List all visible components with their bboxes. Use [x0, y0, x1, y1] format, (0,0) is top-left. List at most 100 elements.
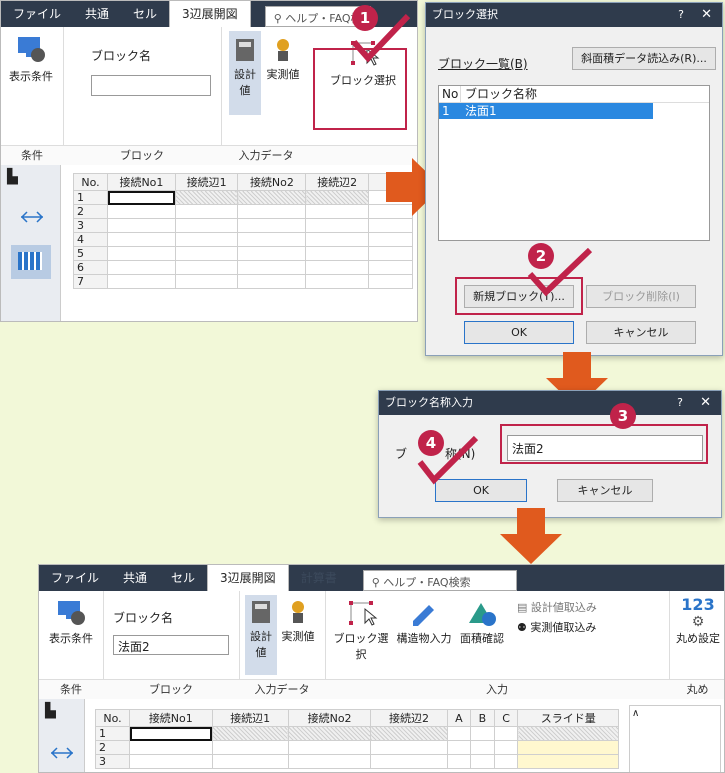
- tab-report[interactable]: 計算書: [289, 565, 349, 591]
- table-row[interactable]: 5: [73, 246, 413, 261]
- display-condition-button[interactable]: 表示条件: [5, 33, 57, 113]
- col-no: No.: [73, 173, 108, 191]
- group-block: ブロック: [103, 679, 239, 699]
- group-round: 丸め: [669, 679, 724, 699]
- tab-3side[interactable]: 3辺展開図: [207, 565, 289, 591]
- measured-import-button[interactable]: ⚉ 実測値取込み: [517, 619, 596, 635]
- tab-file[interactable]: ファイル: [1, 1, 73, 27]
- preview-pane[interactable]: ∧: [629, 705, 721, 772]
- area-info-icon: [469, 603, 496, 626]
- block-select-label: ブロック選択: [333, 632, 389, 661]
- table-row[interactable]: 2: [73, 204, 413, 219]
- monitor-gear-icon: [18, 37, 45, 62]
- help-search[interactable]: ⚲ ヘルプ・FAQ検索: [362, 570, 517, 591]
- structure-input-label: 構造物入力: [396, 632, 452, 645]
- bottom-window: ファイル 共通 セル 3辺展開図 計算書 ⚲ ヘルプ・FAQ検索 表示条件 ブロ…: [38, 564, 725, 773]
- tab-cell[interactable]: セル: [121, 1, 169, 27]
- tab-common[interactable]: 共通: [73, 1, 121, 27]
- col-conn-no2: 接続No2: [287, 709, 372, 727]
- group-input-data: 入力データ: [221, 145, 311, 165]
- display-condition-label: 表示条件: [49, 632, 93, 645]
- arrow-down-icon: [500, 508, 562, 564]
- table-row[interactable]: 1: [73, 190, 413, 205]
- design-value-label: 設計値: [250, 630, 272, 659]
- group-block: ブロック: [63, 145, 221, 165]
- delete-block-button[interactable]: ブロック削除(I): [586, 285, 696, 308]
- group-condition: 条件: [39, 679, 103, 699]
- col-b: B: [470, 709, 495, 727]
- link-icon[interactable]: [49, 745, 75, 761]
- tab-file[interactable]: ファイル: [39, 565, 111, 591]
- col-block-name: ブロック名称: [465, 87, 538, 101]
- tab-common[interactable]: 共通: [111, 565, 159, 591]
- block-name-input[interactable]: 法面2: [113, 635, 229, 655]
- help-icon[interactable]: ?: [677, 391, 683, 415]
- checkmark-icon: [527, 248, 593, 297]
- col-slide: スライド量: [517, 709, 619, 727]
- help-search-label: ヘルプ・FAQ検索: [383, 576, 471, 589]
- table-row[interactable]: 6: [73, 260, 413, 275]
- col-no: No.: [95, 709, 130, 727]
- list-item[interactable]: 1 法面1: [439, 103, 653, 119]
- calculator-icon: [236, 39, 254, 61]
- design-value-button[interactable]: 設計値: [229, 31, 261, 115]
- display-condition-label: 表示条件: [9, 70, 53, 83]
- monitor-gear-icon: [58, 601, 85, 625]
- round-setting-label: 丸め設定: [676, 632, 720, 645]
- col-conn-no1: 接続No1: [107, 173, 176, 191]
- ok-button[interactable]: OK: [464, 321, 574, 344]
- cancel-button[interactable]: キャンセル: [586, 321, 696, 344]
- gear-icon: ⚙: [691, 614, 705, 630]
- area-check-button[interactable]: 面積確認: [453, 595, 511, 675]
- table-row[interactable]: 2: [95, 740, 619, 755]
- step-badge-3: 3: [610, 403, 636, 429]
- table-row[interactable]: 1: [95, 726, 619, 741]
- tab-cell[interactable]: セル: [159, 565, 207, 591]
- cancel-button[interactable]: キャンセル: [557, 479, 653, 502]
- pin-icon[interactable]: ▙: [45, 703, 56, 719]
- block-name-input[interactable]: [91, 75, 211, 96]
- scroll-up-icon[interactable]: ∧: [632, 708, 639, 719]
- tab-3side[interactable]: 3辺展開図: [169, 1, 251, 27]
- close-icon[interactable]: ✕: [701, 3, 712, 27]
- checkmark-icon: [351, 14, 411, 63]
- checkmark-icon: [417, 436, 479, 485]
- block-select-button[interactable]: ブロック選択: [329, 595, 393, 675]
- bottom-grid-header: No. 接続No1 接続辺1 接続No2 接続辺2 A B C スライド量: [95, 709, 619, 727]
- top-grid[interactable]: No. 接続No1 接続辺1 接続No2 接続辺2 1 2 3 4 5 6 7: [73, 173, 413, 289]
- measured-value-button[interactable]: 実測値: [263, 31, 303, 115]
- measured-import-label: 実測値取込み: [530, 621, 597, 634]
- measured-value-button[interactable]: 実測値: [279, 595, 317, 675]
- close-icon[interactable]: ✕: [700, 391, 711, 415]
- table-row[interactable]: 3: [73, 218, 413, 233]
- block-list[interactable]: No ブロック名称 1 法面1: [438, 85, 710, 241]
- col-conn-side2: 接続辺2: [370, 709, 448, 727]
- link-icon[interactable]: [19, 209, 45, 225]
- bottom-grid[interactable]: No. 接続No1 接続辺1 接続No2 接続辺2 A B C スライド量 1 …: [95, 709, 619, 769]
- block-list-label: ブロック一覧(B): [438, 57, 528, 71]
- design-value-button[interactable]: 設計値: [245, 595, 277, 675]
- slope-data-import-button[interactable]: 斜面積データ読込み(R)...: [572, 47, 716, 70]
- col-conn-no1: 接続No1: [129, 709, 213, 727]
- structure-input-button[interactable]: 構造物入力: [395, 595, 453, 675]
- block-select-icon: [349, 601, 378, 626]
- col-conn-side1: 接続辺1: [174, 173, 239, 191]
- table-row[interactable]: 3: [95, 754, 619, 769]
- col-c: C: [493, 709, 519, 727]
- top-sidebar: ▙: [1, 165, 61, 321]
- block-list-header: No ブロック名称: [439, 86, 709, 103]
- pin-icon[interactable]: ▙: [7, 169, 18, 185]
- col-conn-no2: 接続No2: [237, 173, 307, 191]
- bottom-sidebar: ▙: [39, 699, 85, 772]
- surveyor-icon: [292, 601, 304, 623]
- table-row[interactable]: 4: [73, 232, 413, 247]
- design-import-button[interactable]: ▤ 設計値取込み: [517, 599, 597, 615]
- table-row[interactable]: 7: [73, 274, 413, 289]
- area-check-label: 面積確認: [460, 632, 504, 645]
- table-view-icon[interactable]: [11, 245, 51, 279]
- round-setting-button[interactable]: 123 ⚙ 丸め設定: [671, 595, 724, 675]
- help-icon[interactable]: ?: [678, 3, 684, 27]
- display-condition-button[interactable]: 表示条件: [43, 597, 99, 673]
- col-a: A: [446, 709, 472, 727]
- measured-value-label: 実測値: [266, 68, 300, 81]
